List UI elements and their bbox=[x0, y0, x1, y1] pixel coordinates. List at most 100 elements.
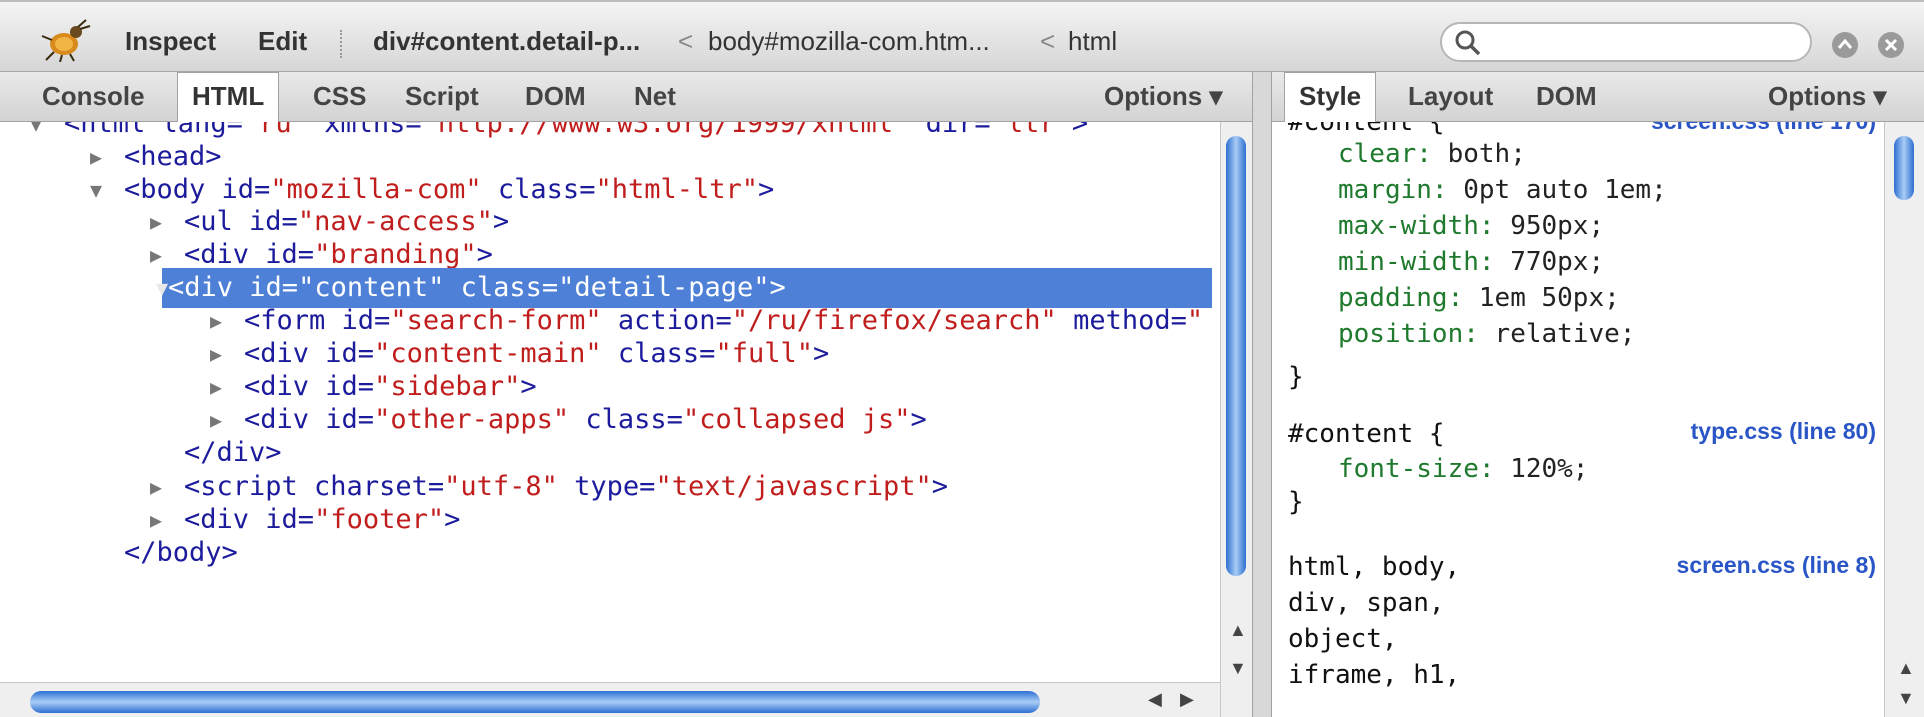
firebug-icon[interactable] bbox=[40, 18, 92, 62]
attribute-name: class= bbox=[444, 272, 559, 303]
firebug-toolbar: Inspect Edit div#content.detail-p... < b… bbox=[0, 0, 1924, 72]
tag-name: > bbox=[492, 206, 510, 237]
close-icon[interactable] bbox=[1878, 32, 1904, 58]
options-menu[interactable]: Options ▾ bbox=[1104, 81, 1223, 112]
attribute-name: charset= bbox=[314, 471, 445, 502]
css-property[interactable]: max-width: bbox=[1338, 211, 1510, 241]
css-declaration: padding: 1em 50px; bbox=[1338, 283, 1620, 313]
attribute-value: "content" bbox=[298, 272, 445, 303]
scroll-thumb[interactable] bbox=[1226, 136, 1246, 576]
scroll-down-arrow-icon[interactable]: ▼ bbox=[1897, 688, 1915, 709]
tag-name: <div bbox=[244, 338, 326, 369]
html-tree-panel[interactable]: ▼ <html lang="ru" xmlns="http://www.w3.or… bbox=[0, 122, 1220, 682]
css-source-link[interactable]: type.css (line 80) bbox=[1691, 418, 1876, 445]
css-value[interactable]: relative; bbox=[1495, 319, 1636, 349]
html-horizontal-scrollbar[interactable]: ◀ ▶ bbox=[0, 682, 1220, 717]
attribute-value: "other-apps" bbox=[374, 404, 570, 435]
side-panel-tabs: Style Layout DOM Options ▾ bbox=[1272, 72, 1924, 122]
attribute-name: id= bbox=[325, 371, 375, 402]
attribute-value: "footer" bbox=[314, 504, 445, 535]
tab-dom[interactable]: DOM bbox=[525, 81, 586, 112]
css-property[interactable]: min-width: bbox=[1338, 247, 1510, 277]
css-declaration: margin: 0pt auto 1em; bbox=[1338, 175, 1667, 205]
css-selector: #content { bbox=[1288, 122, 1445, 137]
css-declaration: min-width: 770px; bbox=[1338, 247, 1604, 277]
attribute-value: "sidebar" bbox=[374, 371, 521, 402]
attribute-value: "html-ltr" bbox=[595, 174, 759, 205]
scroll-thumb[interactable] bbox=[1894, 136, 1914, 200]
tag-name: > bbox=[444, 504, 461, 535]
tab-css[interactable]: CSS bbox=[313, 81, 366, 112]
attribute-value: "branding" bbox=[314, 239, 477, 270]
css-property[interactable]: padding: bbox=[1338, 283, 1479, 313]
scroll-up-arrow-icon[interactable]: ▲ bbox=[1229, 620, 1247, 641]
attribute-value: "text/javascript" bbox=[655, 471, 932, 502]
tab-layout[interactable]: Layout bbox=[1408, 81, 1493, 112]
attribute-value: " bbox=[1186, 305, 1204, 336]
css-selector: object, bbox=[1288, 624, 1398, 654]
main-panel-tabs: Console HTML CSS Script DOM Net Options … bbox=[0, 72, 1252, 122]
scroll-up-arrow-icon[interactable]: ▲ bbox=[1897, 658, 1915, 679]
css-value[interactable]: 950px; bbox=[1510, 211, 1604, 241]
attribute-name: class= bbox=[601, 338, 716, 369]
css-property[interactable]: margin: bbox=[1338, 175, 1463, 205]
breadcrumb-item-html[interactable]: html bbox=[1068, 26, 1117, 57]
css-property[interactable]: font-size: bbox=[1338, 454, 1510, 484]
style-vertical-scrollbar[interactable]: ▲ ▼ bbox=[1884, 122, 1924, 717]
html-vertical-scrollbar[interactable]: ▲ ▼ bbox=[1220, 122, 1252, 717]
tag-name: </div> bbox=[184, 437, 282, 468]
tab-console[interactable]: Console bbox=[42, 81, 145, 112]
attribute-value: "utf-8" bbox=[444, 471, 558, 502]
css-property[interactable]: position: bbox=[1338, 319, 1495, 349]
tab-style[interactable]: Style bbox=[1284, 72, 1377, 122]
css-declaration: position: relative; bbox=[1338, 319, 1635, 349]
css-selector: iframe, h1, bbox=[1288, 660, 1461, 690]
style-panel: #content { screen.css (line 170) clear: bo… bbox=[1272, 122, 1884, 717]
breadcrumb-separator: < bbox=[1040, 26, 1056, 56]
scroll-right-arrow-icon[interactable]: ▶ bbox=[1180, 689, 1194, 710]
tag-name: > bbox=[812, 338, 830, 369]
tab-script[interactable]: Script bbox=[405, 81, 479, 112]
tag-name: <form bbox=[244, 305, 342, 336]
attribute-value: "detail-page" bbox=[558, 272, 770, 303]
attribute-name: id= bbox=[249, 272, 299, 303]
scroll-left-arrow-icon[interactable]: ◀ bbox=[1148, 689, 1162, 710]
attribute-value: "/ru/firefox/search" bbox=[731, 305, 1057, 336]
panel-splitter[interactable] bbox=[1252, 72, 1272, 717]
side-options-menu[interactable]: Options ▾ bbox=[1768, 81, 1887, 112]
tree-node-markup: </body> bbox=[124, 533, 238, 573]
css-selector: #content { bbox=[1288, 419, 1445, 449]
css-declaration: max-width: 950px; bbox=[1338, 211, 1604, 241]
css-source-link[interactable]: screen.css (line 8) bbox=[1677, 552, 1876, 579]
scroll-down-arrow-icon[interactable]: ▼ bbox=[1229, 658, 1247, 679]
css-value[interactable]: 1em 50px; bbox=[1479, 283, 1620, 313]
attribute-name: method= bbox=[1056, 305, 1187, 336]
css-rule-close: } bbox=[1288, 362, 1304, 392]
tree-node[interactable]: </body> bbox=[0, 533, 1220, 573]
minimize-icon[interactable] bbox=[1832, 32, 1858, 58]
css-value[interactable]: 770px; bbox=[1510, 247, 1604, 277]
css-property[interactable]: clear: bbox=[1338, 139, 1448, 169]
tag-name: <ul bbox=[184, 206, 250, 237]
search-input[interactable] bbox=[1440, 22, 1812, 62]
tag-name: <div bbox=[184, 504, 266, 535]
breadcrumb-item-content[interactable]: div#content.detail-p... bbox=[373, 26, 640, 57]
css-source-link[interactable]: screen.css (line 170) bbox=[1651, 122, 1876, 135]
css-value[interactable]: 0pt auto 1em; bbox=[1463, 175, 1667, 205]
tag-name: > bbox=[769, 272, 786, 303]
css-value[interactable]: 120%; bbox=[1510, 454, 1588, 484]
tag-name: </body> bbox=[124, 537, 238, 568]
attribute-name: id= bbox=[265, 504, 315, 535]
scroll-thumb[interactable] bbox=[30, 691, 1040, 713]
attribute-name: id= bbox=[249, 206, 298, 237]
tab-html[interactable]: HTML bbox=[177, 72, 280, 122]
breadcrumb-item-body[interactable]: body#mozilla-com.htm... bbox=[708, 26, 990, 57]
tag-name: <div bbox=[244, 404, 326, 435]
search-icon bbox=[1455, 30, 1481, 56]
attribute-value: "content-main" bbox=[374, 338, 602, 369]
edit-button[interactable]: Edit bbox=[258, 26, 307, 57]
css-value[interactable]: both; bbox=[1448, 139, 1526, 169]
tab-dom-side[interactable]: DOM bbox=[1536, 81, 1597, 112]
inspect-button[interactable]: Inspect bbox=[125, 26, 216, 57]
tab-net[interactable]: Net bbox=[634, 81, 676, 112]
